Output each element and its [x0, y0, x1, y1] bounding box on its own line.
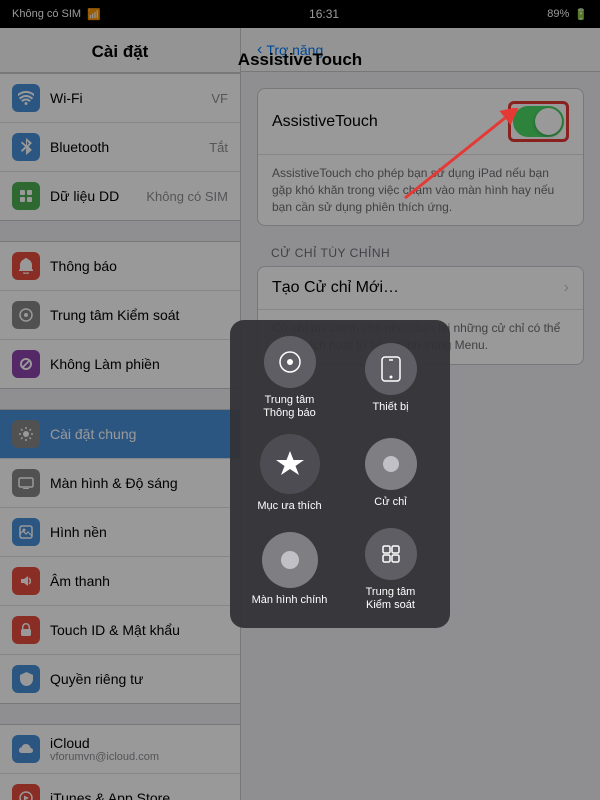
arrow-svg — [395, 108, 525, 208]
assistivetouch-popup: Trung tâmThông báo Thiết bị Mục ưa thích — [230, 320, 450, 628]
popup-home-label: Màn hình chính — [252, 594, 328, 607]
arrow-overlay — [395, 108, 525, 208]
popup-item-notif-center[interactable]: Trung tâmThông báo — [246, 336, 333, 420]
popup-favorite-label: Mục ưa thích — [257, 500, 321, 513]
popup-control-icon — [365, 528, 417, 580]
popup-item-device[interactable]: Thiết bị — [347, 343, 434, 414]
popup-item-favorite[interactable]: Mục ưa thích — [246, 434, 333, 513]
popup-device-icon — [365, 343, 417, 395]
popup-item-home[interactable]: Màn hình chính — [246, 532, 333, 607]
popup-notif-center-icon — [264, 336, 316, 388]
popup-control-label: Trung tâmKiểm soát — [366, 586, 416, 612]
popup-notif-center-label: Trung tâmThông báo — [263, 394, 316, 420]
popup-item-control-center[interactable]: Trung tâmKiểm soát — [347, 528, 434, 612]
popup-device-label: Thiết bị — [372, 401, 408, 414]
popup-gesture-label: Cử chỉ — [374, 496, 406, 509]
popup-item-gesture[interactable]: Cử chỉ — [347, 438, 434, 509]
popup-grid: Trung tâmThông báo Thiết bị Mục ưa thích — [246, 336, 434, 612]
popup-favorite-icon — [260, 434, 320, 494]
popup-home-icon — [262, 532, 318, 588]
popup-gesture-icon — [365, 438, 417, 490]
assistivetouch-overlay: Trung tâmThông báo Thiết bị Mục ưa thích — [0, 0, 600, 800]
